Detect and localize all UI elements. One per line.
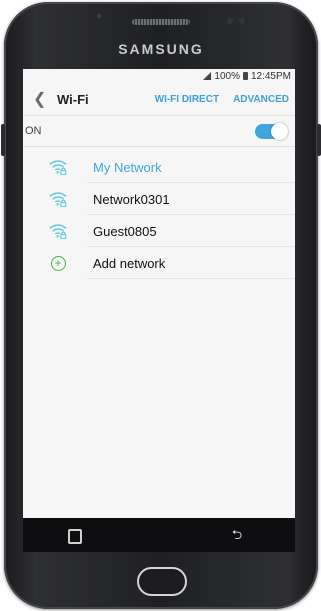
sensor [227,18,233,24]
back-nav-icon[interactable]: ⮌ [230,528,244,541]
battery-icon [242,72,248,80]
network-item[interactable]: My Network [23,151,295,183]
wifi-lock-icon [23,223,93,239]
page-title: Wi-Fi [57,91,89,107]
wifi-direct-button[interactable]: WI-FI DIRECT [155,94,219,105]
toggle-knob [271,122,288,140]
sensor [239,18,245,24]
screen: 100% 12:45PM ❮ Wi-Fi WI-FI DIRECT ADVANC… [23,69,295,552]
add-network-label: Add network [93,255,166,271]
battery-percent: 100% [214,70,240,82]
wifi-lock-icon [23,191,93,207]
network-item[interactable]: Network0301 [23,183,295,215]
earpiece-speaker [132,19,190,25]
recent-apps-icon[interactable] [68,529,82,544]
wifi-toggle-row[interactable]: ON [23,115,295,147]
divider [87,278,295,279]
add-network-item[interactable]: + Add network [23,247,295,279]
signal-icon [203,72,212,80]
network-item[interactable]: Guest0805 [23,215,295,247]
wifi-lock-icon [23,159,93,175]
home-button[interactable] [137,567,187,596]
power-button [317,124,321,156]
wifi-toggle-switch[interactable] [255,122,288,140]
volume-button [1,124,5,156]
navigation-bar: ⮌ [23,518,295,552]
network-name: Guest0805 [93,223,157,239]
network-list: My Network Network0301 Guest0805 + Add n… [23,147,295,279]
network-name: My Network [93,159,162,175]
back-arrow-icon[interactable]: ❮ [33,89,49,109]
plus-icon: + [50,255,66,271]
brand-logo: SAMSUNG [118,41,204,57]
network-name: Network0301 [93,191,170,207]
plus-icon-wrap: + [23,255,93,271]
wifi-state-label: ON [25,125,42,137]
clock: 12:45PM [250,70,291,82]
status-bar: 100% 12:45PM [23,69,295,83]
advanced-button[interactable]: ADVANCED [233,94,289,105]
app-bar: ❮ Wi-Fi WI-FI DIRECT ADVANCED [23,83,295,115]
front-camera [95,12,103,20]
